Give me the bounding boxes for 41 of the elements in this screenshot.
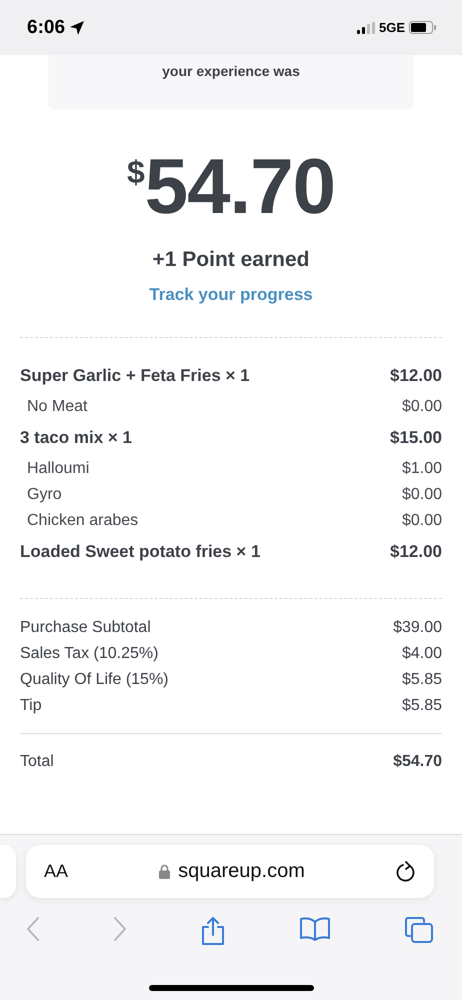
summary-label: Sales Tax (10.25%) xyxy=(20,645,158,663)
signal-icon xyxy=(356,22,375,34)
item-name: Halloumi xyxy=(27,460,90,478)
item-name: Super Garlic + Feta Fries × 1 xyxy=(20,366,250,386)
card-text: your experience was xyxy=(162,63,300,81)
summary-label: Tip xyxy=(20,697,42,715)
summary-value: $4.00 xyxy=(402,645,442,663)
tabs-icon[interactable] xyxy=(404,916,434,944)
item-name: 3 taco mix × 1 xyxy=(20,428,132,448)
item-name: Gyro xyxy=(27,486,62,504)
total-amount: 54.70 xyxy=(144,146,335,226)
item-price: $12.00 xyxy=(390,366,442,386)
item-price: $0.00 xyxy=(402,398,442,416)
currency-symbol: $ xyxy=(127,154,145,191)
status-time: 6:06 xyxy=(27,16,66,38)
lock-icon xyxy=(159,864,170,879)
points-earned: +1 Point earned xyxy=(152,248,310,272)
item-price: $0.00 xyxy=(402,512,442,530)
summary-value: $5.85 xyxy=(402,671,442,689)
summary-value: $39.00 xyxy=(393,619,442,637)
network-label: 5GE xyxy=(378,20,405,35)
summary-value: $5.85 xyxy=(402,697,442,715)
share-icon[interactable] xyxy=(200,916,226,946)
url-text: squareup.com xyxy=(178,860,305,883)
item-price: $0.00 xyxy=(402,486,442,504)
reload-icon[interactable] xyxy=(396,860,416,882)
item-name: Loaded Sweet potato fries × 1 xyxy=(20,542,260,562)
text-size-button[interactable]: AA xyxy=(44,861,68,882)
battery-icon xyxy=(409,21,436,34)
item-name: Chicken arabes xyxy=(27,512,138,530)
location-arrow-icon xyxy=(69,20,86,36)
item-name: No Meat xyxy=(27,398,88,416)
summary-label: Quality Of Life (15%) xyxy=(20,671,168,689)
address-bar[interactable]: AA squareup.com xyxy=(26,845,434,898)
summary-label: Purchase Subtotal xyxy=(20,619,151,637)
item-price: $15.00 xyxy=(390,428,442,448)
bookmarks-icon[interactable] xyxy=(299,916,331,942)
item-price: $12.00 xyxy=(390,542,442,562)
total-label: Total xyxy=(20,753,54,771)
total-value: $54.70 xyxy=(393,753,442,771)
item-price: $1.00 xyxy=(402,460,442,478)
